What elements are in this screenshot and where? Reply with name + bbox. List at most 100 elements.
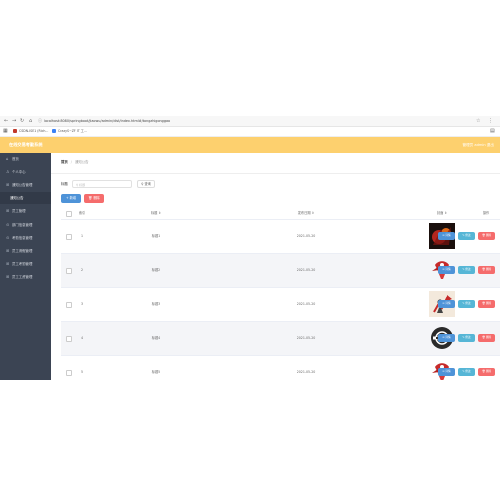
table-row: 5 标题5 2021-05-20 ⊙ 详情 ✎ 修改 🗑 删除 bbox=[61, 356, 500, 380]
row-checkbox[interactable] bbox=[66, 370, 72, 376]
header-ops: 操作 bbox=[482, 211, 490, 215]
row-checkbox[interactable] bbox=[66, 268, 72, 274]
apps-icon[interactable]: ▦ bbox=[3, 128, 8, 135]
sidebar-item-leave[interactable]: ⊞ 员工请假管理 bbox=[0, 245, 51, 257]
row-delete-button[interactable]: 🗑 删除 bbox=[478, 334, 495, 342]
edit-button[interactable]: ✎ 修改 bbox=[458, 300, 475, 308]
row-date: 2021-05-20 bbox=[296, 302, 316, 306]
main-content: 首页 / 通知公告 标题 ⚲ 标题 ⚲ 查询 + 新增 🗑 删除 索引 标题 ⇕ 发… bbox=[51, 153, 500, 380]
breadcrumb-home[interactable]: 首页 bbox=[61, 160, 68, 164]
header-date[interactable]: 发布日期 ⇕ bbox=[276, 208, 336, 219]
menu-icon[interactable]: ⋮ bbox=[488, 117, 493, 125]
bookmark-crazys[interactable]: CrazyS~ZF IT 工... bbox=[52, 128, 87, 135]
table-row: 3 标题3 2021-05-20 ⊙ 详情 ✎ 修改 🗑 删除 bbox=[61, 288, 500, 322]
reload-icon[interactable]: ↻ bbox=[20, 117, 24, 125]
detail-button[interactable]: ⊙ 详情 bbox=[438, 300, 455, 308]
table-row: 2 标题2 2021-05-20 ⊙ 详情 ✎ 修改 🗑 删除 bbox=[61, 254, 500, 288]
address-bar: ← → ↻ ⌂ ⓘ localhost:8080/springboot/jiao… bbox=[0, 116, 500, 127]
sidebar-item-label: 员工请假管理 bbox=[12, 249, 33, 253]
row-date: 2021-05-20 bbox=[296, 268, 316, 272]
sidebar-item-notice-manage[interactable]: ⊞ 通知公告管理 bbox=[0, 179, 51, 191]
breadcrumb: 首页 / 通知公告 bbox=[61, 159, 89, 166]
row-title: 标题5 bbox=[151, 370, 161, 374]
user-icon: ♙ bbox=[6, 169, 10, 174]
detail-button[interactable]: ⊙ 详情 bbox=[438, 368, 455, 376]
sidebar-item-staff[interactable]: ⊞ 员工管理 bbox=[0, 205, 51, 217]
sidebar-item-label: 部门信息管理 bbox=[12, 223, 33, 227]
row-date: 2021-05-20 bbox=[296, 234, 316, 238]
grid-icon: ⊞ bbox=[6, 248, 10, 253]
star-icon[interactable]: ☆ bbox=[476, 117, 480, 125]
detail-button[interactable]: ⊙ 详情 bbox=[438, 334, 455, 342]
table-row: 1 标题1 2021-05-20 ⊙ 详情 ✎ 修改 🗑 删除 bbox=[61, 220, 500, 254]
edit-button[interactable]: ✎ 修改 bbox=[458, 266, 475, 274]
breadcrumb-separator: / bbox=[70, 160, 72, 164]
search-input[interactable]: ⚲ 标题 bbox=[72, 180, 132, 188]
forward-icon[interactable]: → bbox=[12, 117, 16, 125]
sidebar-item-notice[interactable]: 通知公告 bbox=[0, 192, 51, 204]
edit-button[interactable]: ✎ 修改 bbox=[458, 334, 475, 342]
sidebar: ⌂ 首页 ♙ 个人中心 ⊞ 通知公告管理 通知公告 ⊞ 员工管理 ⊙ 部门信息管… bbox=[0, 153, 51, 380]
row-index: 4 bbox=[80, 336, 84, 340]
row-delete-button[interactable]: 🗑 删除 bbox=[478, 300, 495, 308]
bookmarks-bar: ▦ CSDN-ISE1 (Rich... CrazyS~ZF IT 工... ▤ bbox=[0, 127, 500, 137]
reading-list-icon[interactable]: ▤ bbox=[490, 128, 495, 135]
row-checkbox[interactable] bbox=[66, 234, 72, 240]
sidebar-item-label: 员工工资管理 bbox=[12, 275, 33, 279]
bookmark-label: CSDN-ISE1 (Rich... bbox=[19, 129, 49, 133]
row-title: 标题4 bbox=[151, 336, 161, 340]
sidebar-item-profile[interactable]: ♙ 个人中心 bbox=[0, 166, 51, 178]
info-icon[interactable]: ⓘ bbox=[38, 117, 42, 125]
row-date: 2021-05-20 bbox=[296, 336, 316, 340]
search-label: 标题 bbox=[61, 182, 68, 186]
delete-button[interactable]: 🗑 删除 bbox=[84, 194, 104, 203]
table-header: 索引 标题 ⇕ 发布日期 ⇕ 封面 ⇕ 操作 bbox=[61, 208, 500, 220]
row-index: 2 bbox=[80, 268, 84, 272]
app-header: 在线交易考勤系统 管理员 admin 退出 bbox=[0, 137, 500, 153]
user-menu[interactable]: 管理员 admin 退出 bbox=[462, 141, 494, 149]
edit-button[interactable]: ✎ 修改 bbox=[458, 368, 475, 376]
detail-button[interactable]: ⊙ 详情 bbox=[438, 266, 455, 274]
add-button[interactable]: + 新增 bbox=[61, 194, 81, 203]
header-title[interactable]: 标题 ⇕ bbox=[121, 208, 191, 219]
bookmark-icon bbox=[13, 129, 17, 133]
select-all-checkbox[interactable] bbox=[66, 211, 72, 217]
row-checkbox[interactable] bbox=[66, 302, 72, 308]
search-button[interactable]: ⚲ 查询 bbox=[137, 180, 155, 188]
row-title: 标题1 bbox=[151, 234, 161, 238]
row-date: 2021-05-20 bbox=[296, 370, 316, 374]
sidebar-item-label: 个人中心 bbox=[12, 170, 26, 174]
header-index: 索引 bbox=[78, 211, 86, 215]
detail-button[interactable]: ⊙ 详情 bbox=[438, 232, 455, 240]
row-index: 3 bbox=[80, 302, 84, 306]
back-icon[interactable]: ← bbox=[4, 117, 8, 125]
bookmark-icon bbox=[52, 129, 56, 133]
row-index: 5 bbox=[80, 370, 84, 374]
row-title: 标题2 bbox=[151, 268, 161, 272]
home-icon: ⌂ bbox=[6, 156, 9, 161]
sidebar-item-label: 员工考勤管理 bbox=[12, 262, 33, 266]
grid-icon: ⊞ bbox=[6, 261, 10, 266]
grid-icon: ⊞ bbox=[6, 182, 10, 187]
edit-button[interactable]: ✎ 修改 bbox=[458, 232, 475, 240]
sidebar-item-attendance[interactable]: ⊞ 员工考勤管理 bbox=[0, 258, 51, 270]
row-checkbox[interactable] bbox=[66, 336, 72, 342]
url-field[interactable]: localhost:8080/springboot/jiaowu/admin/d… bbox=[44, 118, 170, 124]
sidebar-item-label: 首页 bbox=[12, 157, 19, 161]
sidebar-item-label: 员工管理 bbox=[12, 209, 26, 213]
home-icon[interactable]: ⌂ bbox=[29, 117, 32, 125]
row-delete-button[interactable]: 🗑 删除 bbox=[478, 368, 495, 376]
row-delete-button[interactable]: 🗑 删除 bbox=[478, 266, 495, 274]
sidebar-item-home[interactable]: ⌂ 首页 bbox=[0, 153, 51, 165]
header-image[interactable]: 封面 ⇕ bbox=[422, 208, 462, 219]
row-index: 1 bbox=[80, 234, 84, 238]
sidebar-item-label: 通知公告管理 bbox=[12, 183, 33, 187]
bookmark-csdn[interactable]: CSDN-ISE1 (Rich... bbox=[13, 128, 48, 135]
sidebar-item-attendance-info[interactable]: ⊙ 考勤信息管理 bbox=[0, 232, 51, 244]
sidebar-item-department[interactable]: ⊙ 部门信息管理 bbox=[0, 219, 51, 231]
row-title: 标题3 bbox=[151, 302, 161, 306]
row-delete-button[interactable]: 🗑 删除 bbox=[478, 232, 495, 240]
sidebar-item-salary[interactable]: ⊞ 员工工资管理 bbox=[0, 271, 51, 283]
app-title: 在线交易考勤系统 bbox=[9, 142, 43, 147]
bookmark-label: CrazyS~ZF IT 工... bbox=[58, 129, 87, 133]
